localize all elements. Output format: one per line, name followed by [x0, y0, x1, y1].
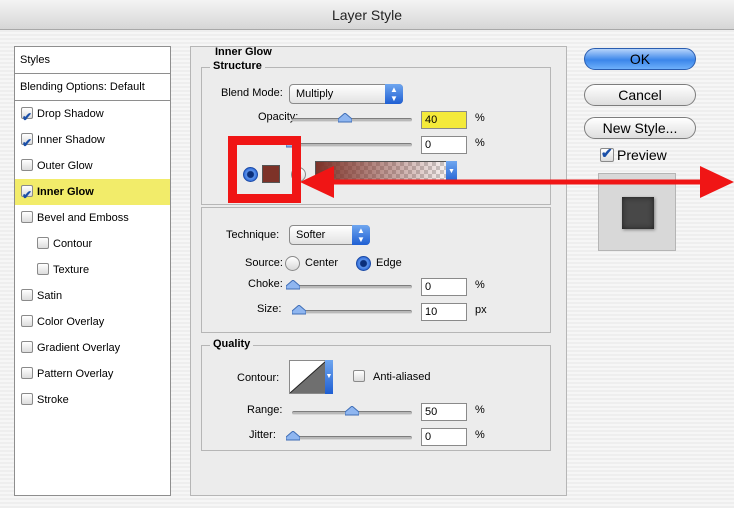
style-item-stroke[interactable]: Stroke	[15, 387, 170, 413]
range-unit: %	[475, 404, 485, 416]
checkbox-icon[interactable]	[21, 130, 33, 156]
style-item-gradient-overlay[interactable]: Gradient Overlay	[15, 335, 170, 361]
choke-label: Choke:	[248, 278, 283, 290]
choke-unit: %	[475, 279, 485, 291]
quality-title: Quality	[210, 338, 254, 350]
blend-mode-select[interactable]: Multiply ▲ ▼	[289, 84, 403, 104]
style-item-label: Inner Shadow	[37, 134, 105, 146]
elements-group	[201, 207, 551, 333]
source-edge-radio[interactable]	[356, 256, 371, 271]
slider-knob-icon[interactable]	[338, 113, 352, 123]
source-edge-label: Edge	[376, 257, 402, 269]
jitter-slider[interactable]	[286, 431, 412, 441]
blending-options-item[interactable]: Blending Options: Default	[15, 74, 170, 101]
up-down-arrows-icon: ▲ ▼	[385, 84, 403, 104]
window-title: Layer Style	[0, 0, 734, 30]
style-item-contour[interactable]: Contour	[15, 231, 170, 257]
size-field[interactable]: 10	[421, 303, 467, 321]
checkbox-icon[interactable]	[21, 393, 33, 405]
slider-knob-icon[interactable]	[286, 280, 300, 290]
style-items: Drop Shadow Inner Shadow Outer Glow Inner G…	[15, 101, 170, 413]
range-label: Range:	[247, 404, 283, 416]
style-item-satin[interactable]: Satin	[15, 283, 170, 309]
contour-label: Contour:	[237, 372, 280, 384]
slider-knob-icon[interactable]	[345, 406, 359, 416]
source-center-label: Center	[305, 257, 339, 269]
source-center-radio[interactable]	[285, 256, 300, 271]
opacity-field[interactable]: 40	[421, 111, 467, 129]
cancel-button[interactable]: Cancel	[584, 84, 696, 106]
ok-button[interactable]: OK	[584, 48, 696, 70]
style-item-label: Pattern Overlay	[37, 368, 114, 380]
new-style-button[interactable]: New Style...	[584, 117, 696, 139]
annotation-highlight-box	[228, 136, 301, 203]
style-item-label: Texture	[53, 264, 90, 276]
choke-field[interactable]: 0	[421, 278, 467, 296]
structure-title: Structure	[210, 60, 265, 72]
checkbox-icon[interactable]	[21, 341, 33, 353]
anti-aliased-checkbox[interactable]	[353, 370, 369, 383]
jitter-field[interactable]: 0	[421, 428, 467, 446]
style-item-label: Outer Glow	[37, 160, 93, 172]
checkbox-icon[interactable]	[21, 211, 33, 223]
technique-select[interactable]: Softer ▲ ▼	[289, 225, 370, 245]
blend-mode-label: Blend Mode:	[221, 87, 283, 99]
style-item-inner-glow[interactable]: Inner Glow	[15, 179, 170, 208]
style-item-color-overlay[interactable]: Color Overlay	[15, 309, 170, 335]
style-item-outer-glow[interactable]: Outer Glow	[15, 153, 170, 179]
checkbox-icon[interactable]	[21, 367, 33, 379]
opacity-unit: %	[475, 112, 485, 124]
inner-glow-panel: Inner Glow Structure Blend Mode: Multipl…	[190, 46, 567, 496]
noise-slider[interactable]	[286, 138, 412, 148]
style-item-label: Gradient Overlay	[37, 342, 121, 354]
layer-style-dialog: Layer Style Styles Blending Options: Def…	[0, 0, 734, 508]
slider-knob-icon[interactable]	[292, 305, 306, 315]
checkbox-icon[interactable]	[21, 104, 33, 130]
style-item-inner-shadow[interactable]: Inner Shadow	[15, 127, 170, 156]
size-label: Size:	[257, 303, 282, 315]
styles-header[interactable]: Styles	[15, 47, 170, 74]
source-label: Source:	[245, 257, 283, 269]
size-unit: px	[475, 304, 487, 316]
annotation-double-arrow-icon	[300, 166, 734, 198]
checkbox-icon[interactable]	[21, 315, 33, 327]
up-down-arrows-icon: ▲ ▼	[352, 225, 370, 245]
style-item-texture[interactable]: Texture	[15, 257, 170, 283]
anti-aliased-label: Anti-aliased	[373, 371, 431, 383]
jitter-label: Jitter:	[249, 429, 276, 441]
opacity-slider[interactable]	[292, 113, 412, 123]
range-slider[interactable]	[292, 406, 412, 416]
jitter-unit: %	[475, 429, 485, 441]
style-item-label: Inner Glow	[37, 186, 94, 198]
noise-unit: %	[475, 137, 485, 149]
technique-label: Technique:	[226, 229, 280, 241]
checkbox-icon[interactable]	[37, 237, 49, 249]
styles-list: Styles Blending Options: Default Drop Sh…	[14, 46, 171, 496]
checkbox-icon[interactable]	[21, 159, 33, 171]
style-item-label: Satin	[37, 290, 63, 302]
checkbox-icon[interactable]	[37, 263, 49, 275]
noise-field[interactable]: 0	[421, 136, 467, 154]
style-item-label: Stroke	[37, 394, 69, 406]
checkbox-icon[interactable]	[21, 182, 33, 208]
inner-glow-title: Inner Glow	[215, 46, 272, 58]
slider-knob-icon[interactable]	[286, 431, 300, 441]
blend-mode-value: Multiply	[296, 88, 334, 100]
chevron-down-icon: ▼	[325, 360, 333, 394]
style-item-pattern-overlay[interactable]: Pattern Overlay	[15, 361, 170, 387]
style-item-bevel-and-emboss[interactable]: Bevel and Emboss	[15, 205, 170, 231]
size-slider[interactable]	[292, 305, 412, 315]
contour-picker[interactable]: ▼	[289, 360, 333, 394]
style-item-label: Color Overlay	[37, 316, 105, 328]
technique-value: Softer	[296, 229, 326, 241]
style-item-label: Contour	[53, 238, 93, 250]
style-item-drop-shadow[interactable]: Drop Shadow	[15, 101, 170, 130]
choke-slider[interactable]	[286, 280, 412, 290]
style-item-label: Bevel and Emboss	[37, 212, 129, 224]
contour-curve-icon	[290, 361, 326, 393]
checkbox-icon[interactable]	[21, 289, 33, 301]
range-field[interactable]: 50	[421, 403, 467, 421]
checkbox-icon	[353, 370, 365, 382]
style-item-label: Drop Shadow	[37, 108, 104, 120]
